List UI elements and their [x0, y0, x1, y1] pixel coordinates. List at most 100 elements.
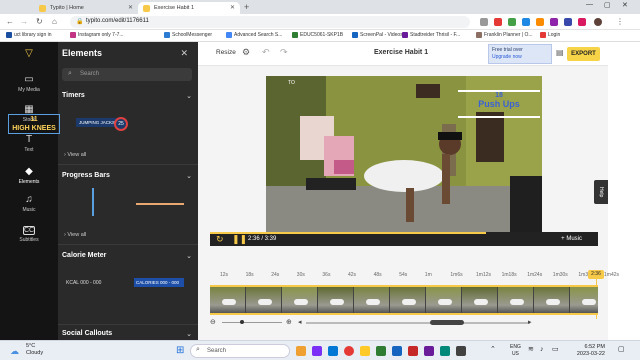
wifi-icon[interactable]: ≋: [528, 346, 534, 353]
project-title[interactable]: Exercise Habit 1: [374, 49, 428, 56]
close-icon[interactable]: ✕: [128, 4, 133, 11]
document-icon[interactable]: ▤: [556, 48, 564, 57]
undo-icon[interactable]: ↶: [262, 47, 270, 58]
view-all-progress-bars[interactable]: › View all: [64, 232, 86, 238]
weather-widget[interactable]: 5°C Cloudy: [26, 343, 43, 357]
url-field[interactable]: 🔒 typito.com/edit/1176611: [70, 16, 470, 28]
add-music-button[interactable]: + Music: [561, 236, 582, 242]
chevron-down-icon[interactable]: ⌄: [186, 172, 192, 180]
view-all-timers[interactable]: › View all: [64, 152, 86, 158]
maximize-icon[interactable]: ▢: [604, 1, 611, 9]
bookmark-item[interactable]: Stadtreider Thrisil - F...: [402, 32, 460, 38]
taskbar-app-icon[interactable]: [328, 346, 338, 356]
bookmark-item[interactable]: Franklin Planner | O...: [476, 32, 533, 38]
chrome-icon[interactable]: [344, 346, 354, 356]
close-icon[interactable]: ✕: [180, 48, 188, 59]
close-icon[interactable]: ✕: [230, 4, 235, 11]
browser-tab-1[interactable]: Typito | Home ✕: [34, 2, 138, 14]
upgrade-link[interactable]: Upgrade now: [492, 54, 548, 61]
bookmark-item[interactable]: SchoolMessenger: [164, 32, 212, 38]
extension-icon[interactable]: [536, 18, 544, 26]
chevron-down-icon[interactable]: ⌄: [186, 252, 192, 260]
timeline-scrollbar-thumb[interactable]: [430, 320, 464, 325]
progress-bar-template-vertical[interactable]: [92, 188, 94, 216]
trial-banner[interactable]: Free trial over Upgrade now: [488, 44, 552, 64]
rail-item-music[interactable]: ♫ Music: [0, 194, 58, 213]
rail-item-subtitles[interactable]: CC Subtitles: [0, 226, 58, 243]
tray-chevron-icon[interactable]: ⌃: [490, 346, 496, 353]
help-tab[interactable]: Help: [594, 180, 608, 204]
timer-template-circle[interactable]: 25: [114, 117, 128, 131]
taskbar-app-icon[interactable]: [312, 346, 322, 356]
progress-bar-template-horizontal[interactable]: [136, 203, 184, 205]
bookmark-item[interactable]: Instagram only 7-7...: [70, 32, 124, 38]
taskbar-app-icon[interactable]: [376, 346, 386, 356]
taskbar-app-icon[interactable]: [408, 346, 418, 356]
volume-icon[interactable]: ♪: [540, 346, 544, 353]
bookmark-item[interactable]: EDUC5061-SKP1B: [292, 32, 343, 38]
taskbar-app-icon[interactable]: [296, 346, 306, 356]
rail-item-my-media[interactable]: ▭ My Media: [0, 74, 58, 93]
extension-icon[interactable]: [550, 18, 558, 26]
menu-icon[interactable]: ⋮: [616, 17, 624, 26]
bookmark-item[interactable]: ScreenPal - Videos: [352, 32, 403, 38]
video-preview[interactable]: TO 18 Push Ups: [266, 76, 542, 232]
timeline-clip-strip[interactable]: [210, 285, 598, 315]
taskbar-app-icon[interactable]: [440, 346, 450, 356]
extension-icon[interactable]: [522, 18, 530, 26]
home-icon[interactable]: ⌂: [52, 17, 57, 26]
scroll-right-icon[interactable]: ▸: [528, 318, 532, 326]
reload-icon[interactable]: ↻: [36, 17, 43, 26]
close-window-icon[interactable]: ✕: [622, 1, 628, 9]
redo-icon[interactable]: ↷: [280, 47, 288, 58]
rail-item-text[interactable]: T Text: [0, 134, 58, 153]
section-progress-bars[interactable]: Progress Bars: [62, 172, 110, 179]
new-tab-icon[interactable]: +: [244, 2, 249, 12]
taskbar-search[interactable]: ⌕ Search: [190, 344, 290, 358]
zoom-in-icon[interactable]: ⊕: [286, 318, 292, 326]
rail-item-elements[interactable]: ◆ Elements: [0, 166, 58, 185]
scroll-left-icon[interactable]: ◂: [298, 318, 302, 326]
gear-icon[interactable]: ⚙: [242, 47, 250, 58]
extension-icon[interactable]: [494, 18, 502, 26]
file-explorer-icon[interactable]: [360, 346, 370, 356]
resize-button[interactable]: Resize: [216, 49, 236, 56]
typito-logo[interactable]: ▽: [0, 48, 58, 61]
timer-template-1[interactable]: 11 HIGH KNEES: [8, 114, 60, 134]
clock[interactable]: 6:52 PM 2023-03-22: [565, 344, 605, 358]
taskbar-app-icon[interactable]: [424, 346, 434, 356]
chevron-down-icon[interactable]: ⌄: [186, 330, 192, 338]
timer-overlay[interactable]: 18 Push Ups: [458, 90, 540, 118]
extension-icon[interactable]: [564, 18, 572, 26]
profile-avatar[interactable]: [594, 18, 602, 26]
bookmark-item[interactable]: uct library sign in: [6, 32, 52, 38]
pause-icon[interactable]: ❚❚: [232, 234, 247, 245]
zoom-slider-knob[interactable]: [240, 320, 244, 324]
timeline-scrollbar[interactable]: [306, 322, 530, 324]
playback-progress[interactable]: [210, 232, 487, 234]
windows-start-icon[interactable]: ⊞: [176, 345, 184, 356]
section-social-callouts[interactable]: Social Callouts: [62, 330, 112, 337]
minimize-icon[interactable]: —: [586, 1, 593, 8]
search-input[interactable]: ⌕ Search: [62, 68, 192, 81]
bookmark-item[interactable]: Login: [540, 32, 560, 38]
taskbar-app-icon[interactable]: [456, 346, 466, 356]
section-calorie-meter[interactable]: Calorie Meter: [62, 252, 106, 259]
language-indicator[interactable]: ENG US: [510, 344, 521, 358]
share-icon[interactable]: [480, 18, 488, 26]
section-timers[interactable]: Timers: [62, 92, 85, 99]
calorie-template-1[interactable]: KCAL 000 - 000: [66, 280, 101, 286]
zoom-slider[interactable]: [222, 322, 282, 323]
zoom-out-icon[interactable]: ⊖: [210, 318, 216, 326]
extension-icon[interactable]: [578, 18, 586, 26]
export-button[interactable]: EXPORT: [567, 47, 600, 61]
extension-icon[interactable]: [508, 18, 516, 26]
back-icon[interactable]: ←: [6, 17, 14, 26]
forward-icon[interactable]: →: [20, 17, 28, 26]
bookmark-item[interactable]: Advanced Search S...: [226, 32, 282, 38]
replay-icon[interactable]: ↻: [216, 234, 224, 245]
calorie-template-2[interactable]: CALORIES 000 - 000: [134, 278, 184, 287]
battery-icon[interactable]: ▭: [552, 346, 559, 353]
browser-tab-2[interactable]: Exercise Habit 1 ✕: [138, 2, 240, 14]
taskbar-app-icon[interactable]: [392, 346, 402, 356]
